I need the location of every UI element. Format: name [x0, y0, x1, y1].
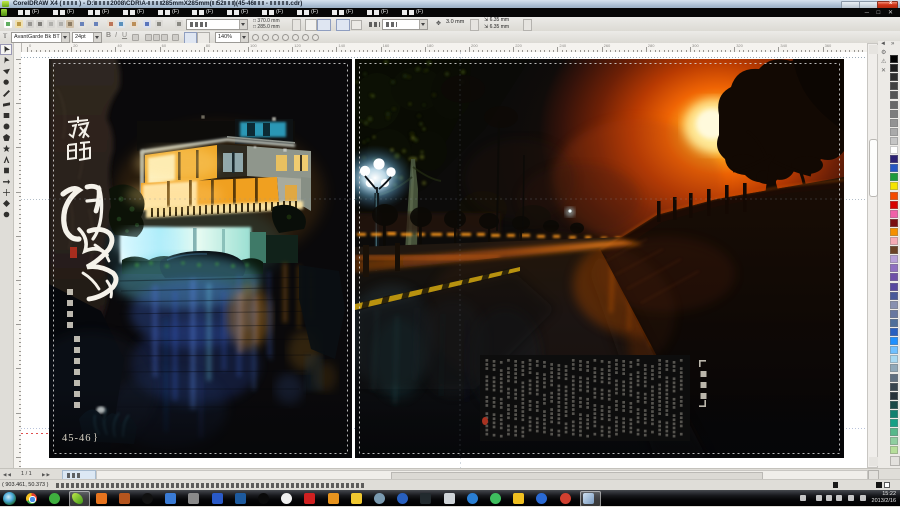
svg-text:45-46: 45-46	[62, 433, 92, 444]
svg-text:}: }	[93, 432, 98, 443]
